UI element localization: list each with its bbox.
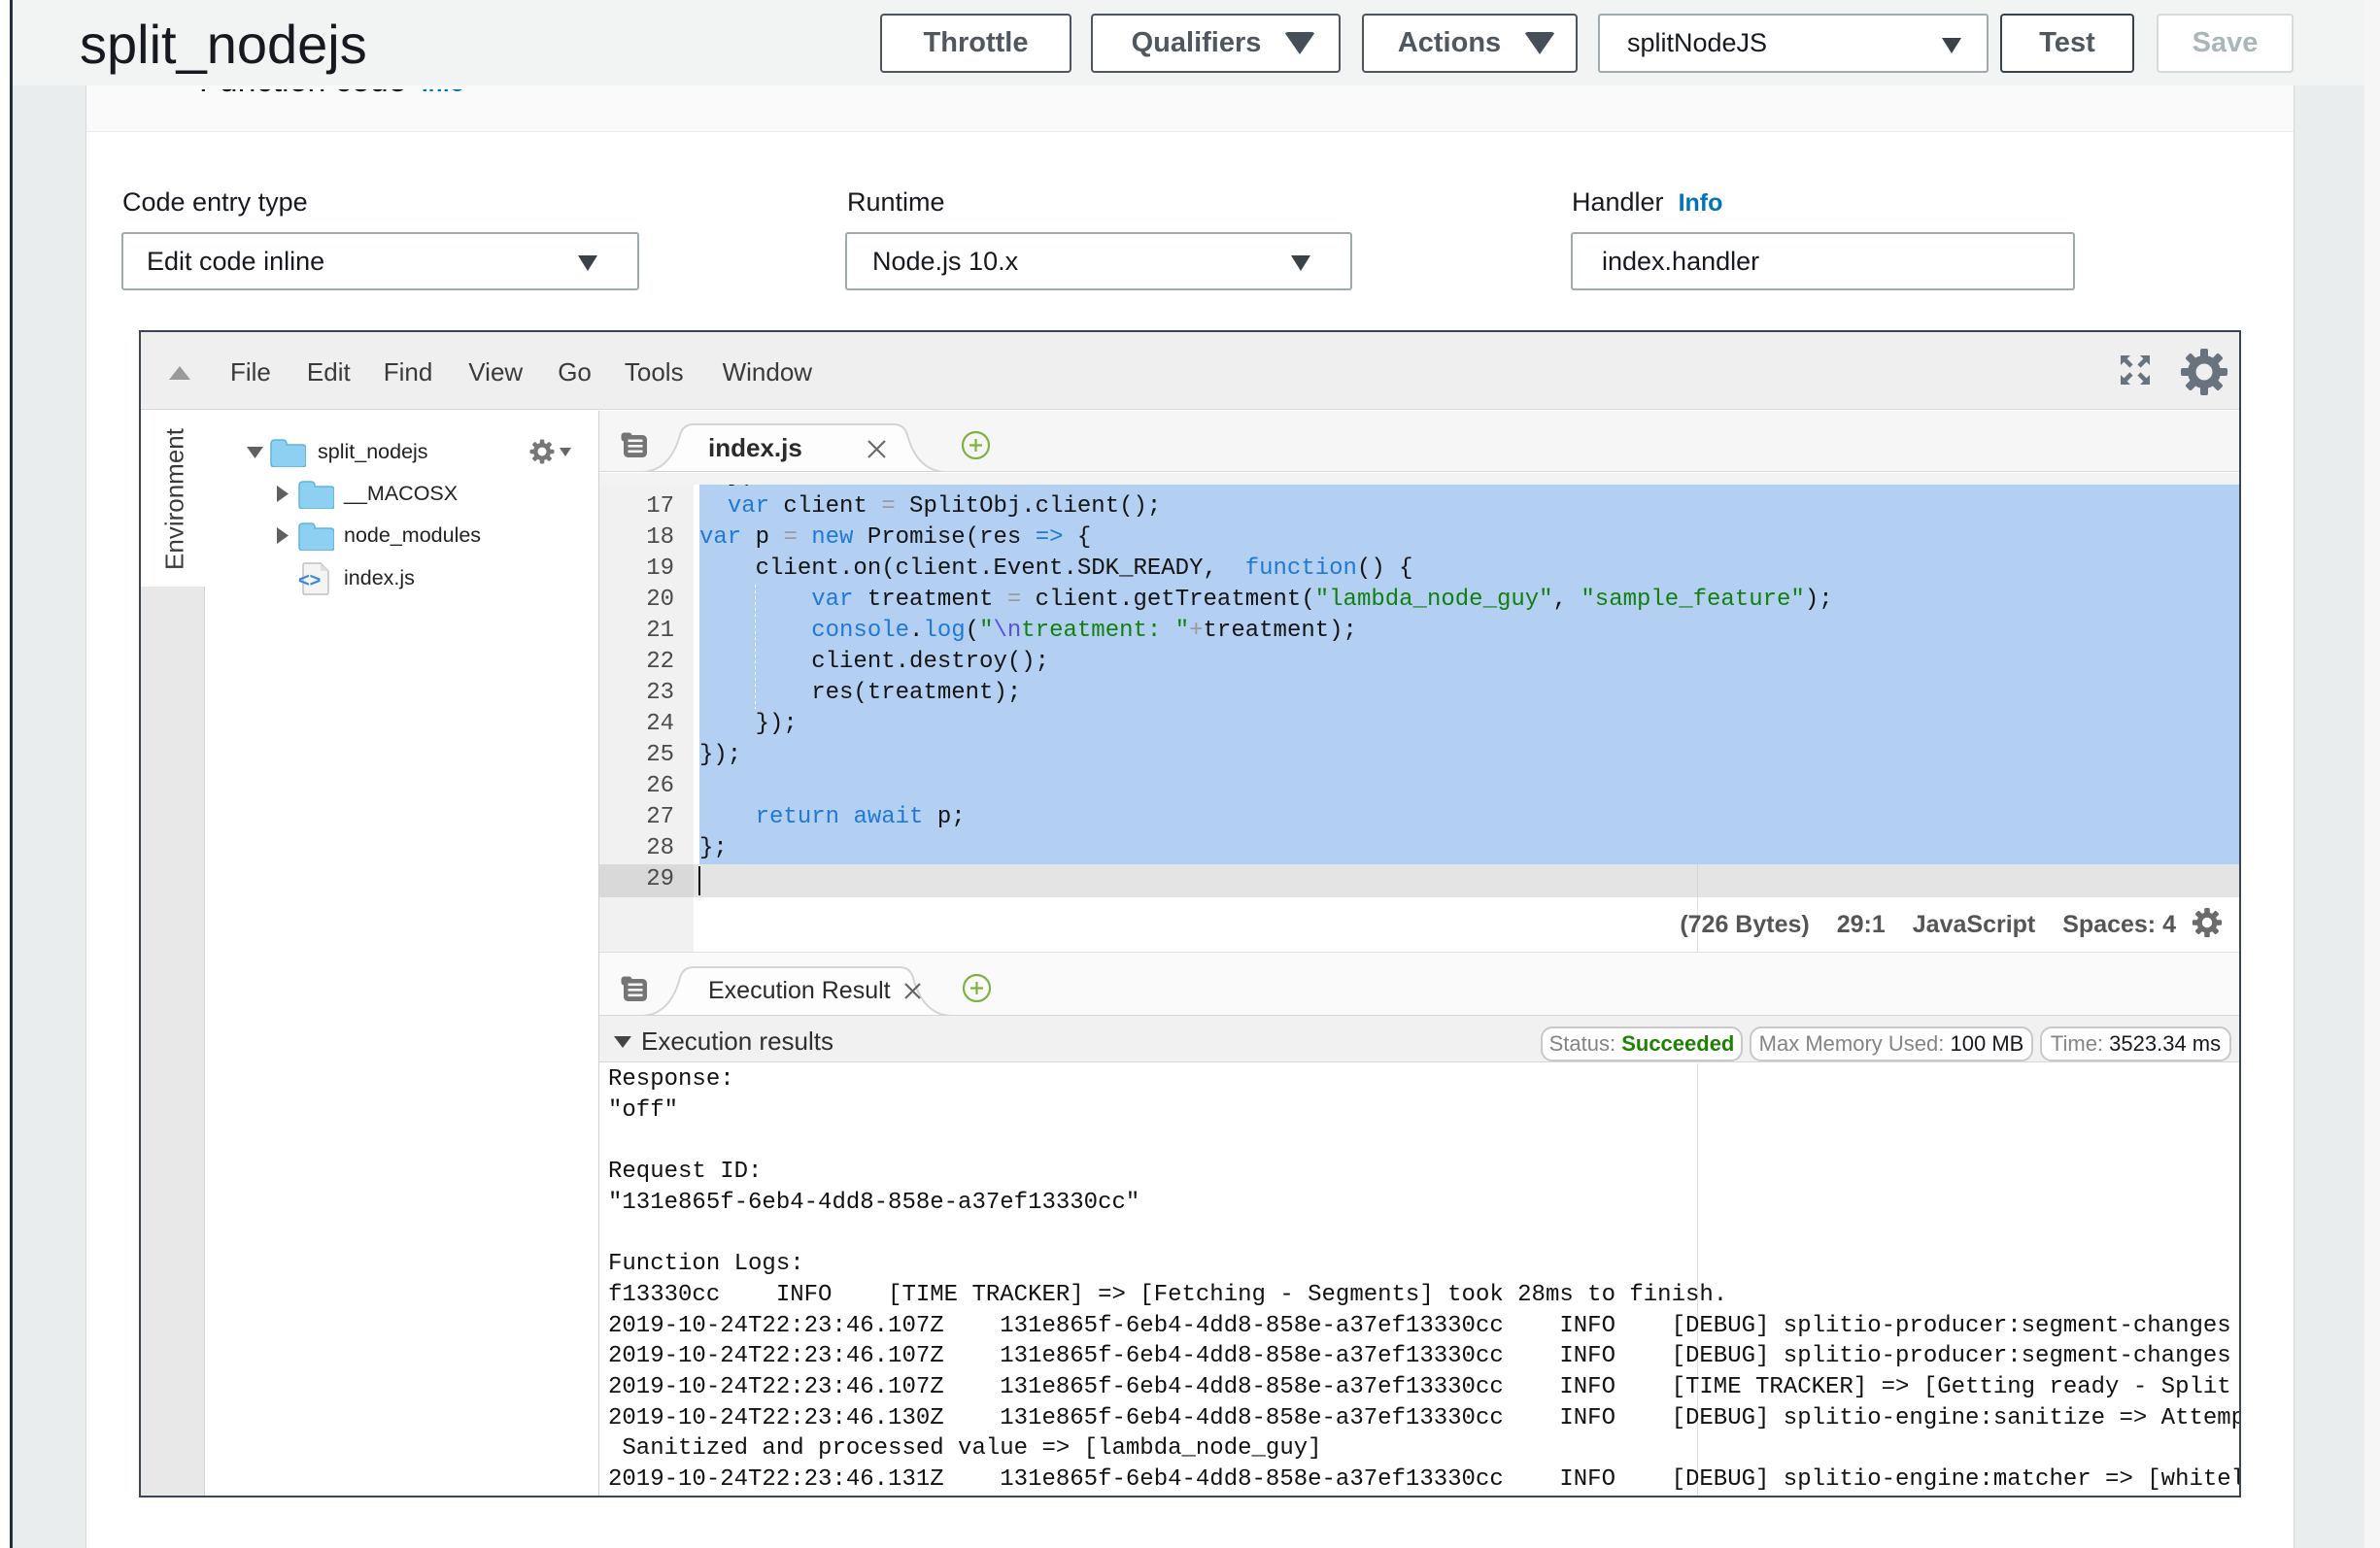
svg-text:<>: <> [298, 570, 321, 591]
